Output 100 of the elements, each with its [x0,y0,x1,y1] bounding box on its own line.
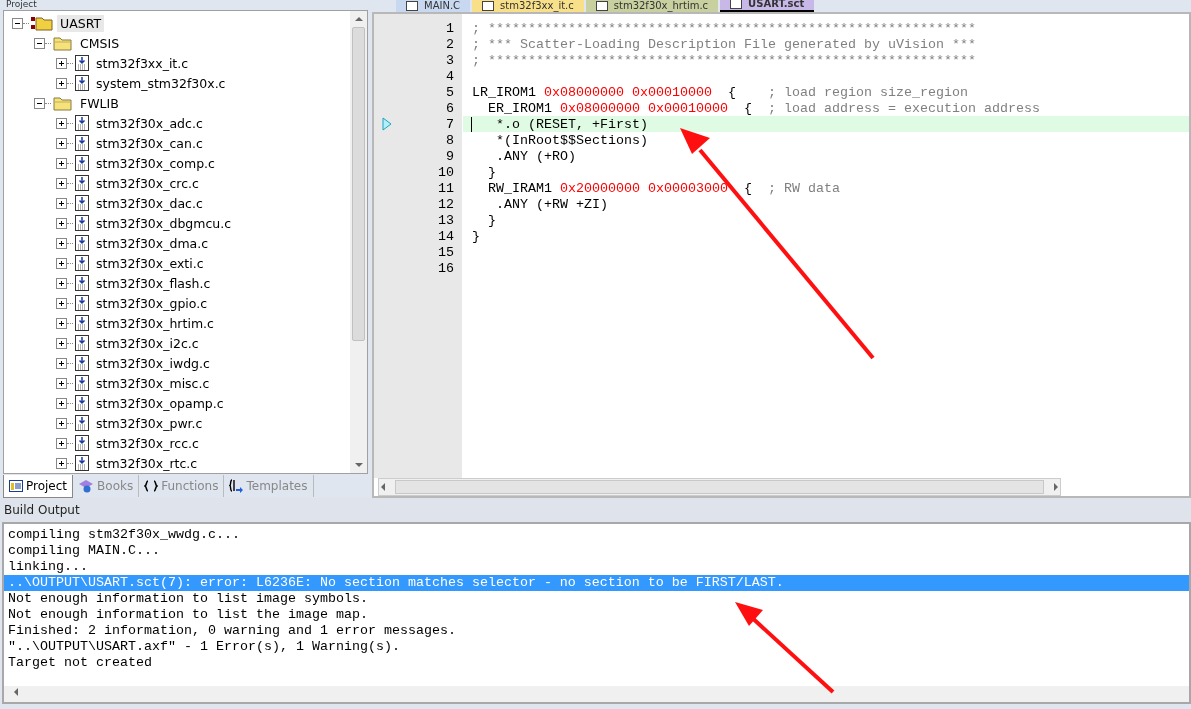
scrollbar[interactable] [4,686,1189,702]
tree-item[interactable]: stm32f30x_flash.c [93,274,214,292]
expander-icon[interactable] [56,377,67,389]
editor-tab[interactable]: MAIN.C [396,0,471,12]
tree-item[interactable]: stm32f30x_adc.c [93,114,206,132]
tree-item[interactable]: CMSIS [77,34,123,52]
code-line: } [487,212,496,228]
project-folder-icon [31,15,53,31]
output-line: compiling MAIN.C... [7,543,161,559]
tree-item[interactable]: stm32f30x_dbgmcu.c [93,214,235,232]
expander-icon[interactable] [56,457,67,469]
tree-item[interactable]: stm32f30x_opamp.c [93,394,227,412]
expander-icon[interactable] [56,177,67,189]
file-icon [75,275,89,291]
code-line: *(InRoot$$Sections) [495,132,648,148]
expander-icon[interactable] [56,277,67,289]
expander-icon[interactable] [56,157,67,169]
file-icon [75,115,89,131]
file-icon [75,295,89,311]
tree-item[interactable]: stm32f30x_gpio.c [93,294,211,312]
expander-icon[interactable] [56,397,67,409]
expander-icon[interactable] [56,337,67,349]
line-number: 12 [437,196,454,212]
output-line: linking... [7,559,89,575]
tree-item[interactable]: stm32f30x_misc.c [93,374,213,392]
panel-title: Build Output [0,498,1191,522]
line-number: 5 [445,84,454,100]
file-icon [75,155,89,171]
tree-item[interactable]: stm32f30x_can.c [93,134,206,152]
line-number: 7 [445,116,454,132]
file-icon [75,455,89,471]
output-line: Target not created [7,655,153,671]
expander-icon[interactable] [56,257,67,269]
tree-item[interactable]: stm32f30x_comp.c [93,154,218,172]
file-icon [75,215,89,231]
editor-tab[interactable]: stm32f30x_hrtim.c [585,0,719,12]
expander-icon[interactable] [56,57,67,69]
expander-icon[interactable] [56,297,67,309]
file-icon [75,315,89,331]
tree-item[interactable]: stm32f30x_rtc.c [93,454,201,472]
tree-item[interactable]: stm32f30x_exti.c [93,254,207,272]
file-icon [75,55,89,71]
expander-icon[interactable] [12,17,23,29]
panel-title: Project [5,0,38,10]
tree-item[interactable]: stm32f30x_pwr.c [93,414,206,432]
tree-item[interactable]: system_stm32f30x.c [93,74,229,92]
expander-icon[interactable] [34,97,45,109]
scroll-right-icon[interactable] [1052,483,1060,491]
editor-tab[interactable]: USART.sct [720,0,815,12]
file-icon [75,75,89,91]
tree-item[interactable]: stm32f3xx_it.c [93,54,192,72]
line-number: 1 [445,20,454,36]
tree-item[interactable]: stm32f30x_dma.c [93,234,212,252]
scrollbar[interactable] [350,11,367,473]
line-number: 14 [437,228,454,244]
file-icon [75,335,89,351]
file-icon [75,175,89,191]
expander-icon[interactable] [56,437,67,449]
tree-item[interactable]: stm32f30x_rcc.c [93,434,202,452]
books-icon [78,479,95,493]
panel-tab[interactable]: Project [3,474,74,498]
tree-item[interactable]: stm32f30x_hrtim.c [93,314,217,332]
file-icon [75,375,89,391]
expander-icon[interactable] [56,117,67,129]
code-line: .ANY (+RO) [495,148,576,164]
tree-item[interactable]: stm32f30x_iwdg.c [93,354,213,372]
file-icon [75,395,89,411]
tree-item[interactable]: stm32f30x_dac.c [93,194,206,212]
code-line: .ANY (+RW +ZI) [495,196,608,212]
tree-item[interactable]: stm32f30x_crc.c [93,174,202,192]
code-line: ; *** Scatter-Loading Description File generated by uVision *** [472,36,976,52]
scroll-left-icon[interactable] [379,483,387,491]
project-window-icon [9,479,23,492]
line-number: 11 [437,180,454,196]
file-icon [75,355,89,371]
braces-icon [144,480,159,492]
code-line: *.o (RESET, +First) [495,116,648,132]
folder-icon [53,95,73,111]
tree-item[interactable]: stm32f30x_i2c.c [93,334,202,352]
current-line-icon [382,117,392,131]
line-number: 13 [437,212,454,228]
expander-icon[interactable] [34,37,45,49]
expander-icon[interactable] [56,197,67,209]
expander-icon[interactable] [56,217,67,229]
tree-item[interactable]: FWLIB [77,94,122,112]
expander-icon[interactable] [56,237,67,249]
expander-icon[interactable] [56,77,67,89]
expander-icon[interactable] [56,357,67,369]
document-icon [730,0,743,9]
expander-icon[interactable] [56,417,67,429]
code-line: ; ************************************************************* [472,52,976,68]
output-line: "..\OUTPUT\USART.axf" - 1 Error(s), 1 Warning(s). [7,639,401,655]
editor-tab[interactable]: stm32f3xx_it.c [472,0,584,12]
scrollbar[interactable] [378,478,1061,496]
line-number: 9 [445,148,454,164]
output-line: Not enough information to list the image map. [7,607,369,623]
scroll-left-icon[interactable] [12,688,20,696]
tree-item[interactable]: UASRT [57,14,105,32]
expander-icon[interactable] [56,137,67,149]
expander-icon[interactable] [56,317,67,329]
